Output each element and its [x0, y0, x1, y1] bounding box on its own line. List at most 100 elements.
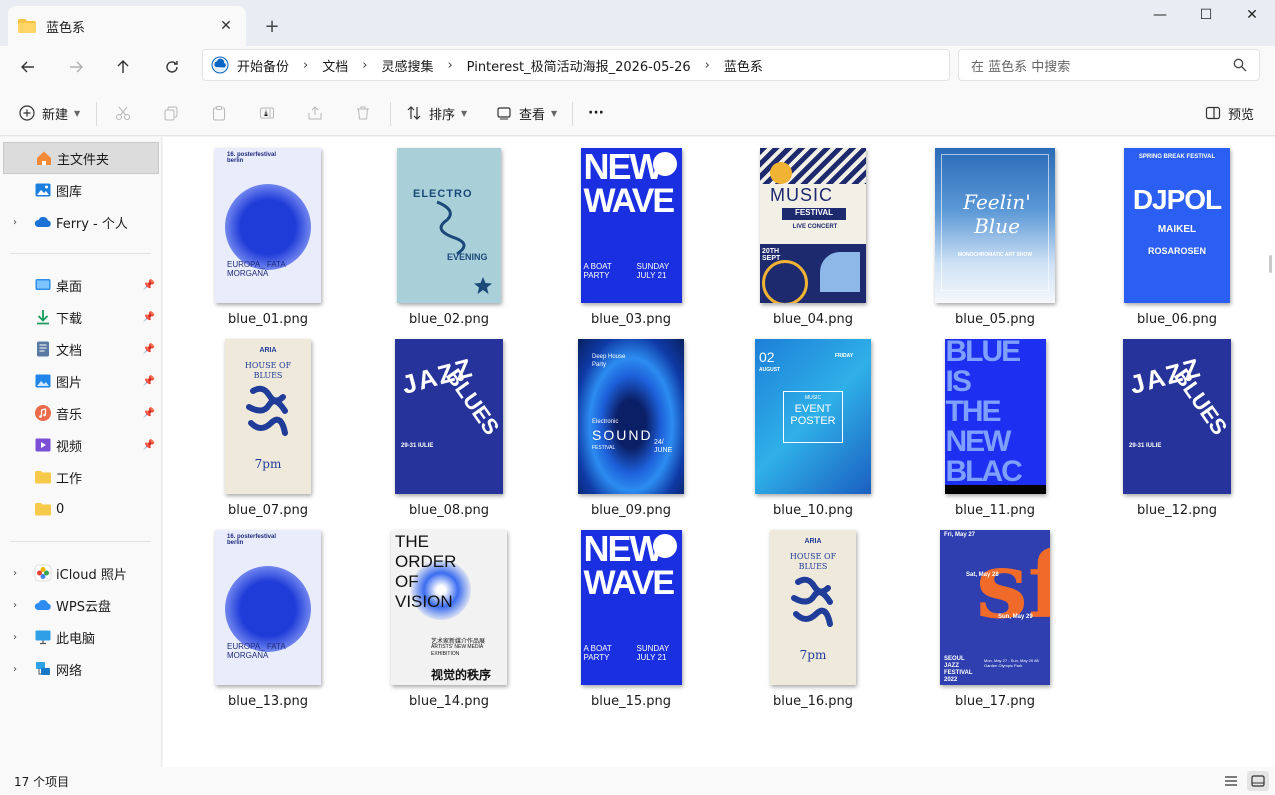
file-item[interactable]: 16. posterfestival berlin EUROPA_ FATA M…	[188, 519, 348, 709]
file-item[interactable]: NEW WAVE A BOAT PARTY SUNDAY JULY 21 blu…	[551, 519, 711, 709]
preview-pane-button[interactable]: 预览	[1204, 99, 1254, 127]
scrollbar-thumb[interactable]	[1269, 255, 1272, 273]
pin-icon[interactable]: 📌	[143, 408, 155, 419]
poster-text: IS	[945, 364, 972, 398]
address-bar[interactable]: 开始备份 › 文档 › 灵感搜集 › Pinterest_极简活动海报_2026…	[202, 49, 950, 81]
details-view-button[interactable]	[1220, 771, 1242, 791]
file-item[interactable]: sf Fri, May 27 Sat, May 28 Sun, May 29 S…	[915, 519, 1075, 709]
chevron-right-icon: ›	[303, 57, 309, 73]
pin-icon[interactable]: 📌	[143, 312, 155, 323]
file-item[interactable]: NEW WAVE A BOAT PARTY SUNDAY JULY 21 blu…	[551, 137, 711, 327]
divider	[96, 102, 97, 126]
poster-thumbnail: sf Fri, May 27 Sat, May 28 Sun, May 29 S…	[940, 529, 1050, 685]
search-input[interactable]: 在 蓝色系 中搜索	[958, 49, 1260, 81]
more-options-button[interactable]: ···	[588, 99, 604, 127]
large-icons-view-button[interactable]	[1247, 771, 1269, 791]
sidebar-item-pictures[interactable]: 图片 📌	[3, 365, 159, 397]
share-icon	[306, 104, 324, 122]
sidebar-item-work[interactable]: 工作	[3, 461, 159, 493]
sidebar-item-folder-0[interactable]: 0	[3, 493, 159, 525]
up-button[interactable]	[106, 50, 140, 84]
poster-text: ARTISTS' NEW MEDIA EXHIBITION	[431, 643, 483, 657]
chevron-right-icon[interactable]: ›	[13, 568, 17, 579]
sidebar-item-icloud-photos[interactable]: › iCloud 照片	[3, 557, 159, 589]
chevron-right-icon[interactable]: ›	[13, 632, 17, 643]
pin-icon[interactable]: 📌	[143, 440, 155, 451]
view-button[interactable]: 查看 ▼	[495, 99, 557, 127]
poster-text: MUSIC	[804, 394, 822, 401]
sidebar-label-downloads: 下载	[56, 311, 83, 327]
tab-active[interactable]: 蓝色系 ✕	[8, 6, 246, 46]
sidebar-item-downloads[interactable]: 下载 📌	[3, 301, 159, 333]
star-graphic	[474, 276, 492, 294]
file-item[interactable]: SPRING BREAK FESTIVAL DJPOL MAIKEL ROSAR…	[1097, 137, 1257, 327]
sidebar-item-documents[interactable]: 文档 📌	[3, 333, 159, 365]
new-button[interactable]: 新建 ▼	[18, 99, 80, 127]
tab-close-icon[interactable]: ✕	[216, 16, 236, 36]
cut-button[interactable]	[114, 99, 138, 127]
poster-text: FESTIVAL	[592, 444, 616, 451]
sidebar-item-gallery[interactable]: 图库	[3, 174, 159, 206]
file-item[interactable]: THE ORDER OF VISION 艺术家新媒介作品展 ARTISTS' N…	[369, 519, 529, 709]
sidebar-item-wps-cloud[interactable]: › WPS云盘	[3, 589, 159, 621]
minimize-button[interactable]: —	[1137, 0, 1183, 30]
folder-icon	[35, 471, 51, 484]
chevron-right-icon[interactable]: ›	[13, 664, 17, 675]
poster-text: WAVE	[583, 181, 676, 220]
poster-thumbnail: NEW WAVE A BOAT PARTY SUNDAY JULY 21	[580, 529, 682, 685]
sidebar-item-home[interactable]: 主文件夹	[3, 142, 159, 174]
poster-text: THE	[945, 394, 1002, 428]
file-item[interactable]: BLUE IS THE NEW BLAC blue_11.png	[915, 328, 1075, 518]
sidebar-label-home: 主文件夹	[57, 152, 110, 168]
breadcrumb-item-backup[interactable]: 开始备份	[237, 56, 289, 75]
sidebar-item-onedrive-personal[interactable]: › Ferry - 个人	[3, 206, 159, 238]
poster-text: 29-31 IULIE	[1129, 442, 1162, 449]
file-item[interactable]: 16. posterfestival berlin EUROPA_ FATA M…	[188, 137, 348, 327]
chevron-right-icon: ›	[362, 57, 368, 73]
breadcrumb-item-documents[interactable]: 文档	[322, 56, 348, 75]
file-item[interactable]: ARIA HOUSE OF BLUES 7pm blue_07.png	[188, 328, 348, 518]
sidebar-item-videos[interactable]: 视频 📌	[3, 429, 159, 461]
thumbnail: ARIA HOUSE OF BLUES 7pm	[188, 336, 348, 496]
refresh-button[interactable]	[155, 50, 189, 84]
chevron-right-icon[interactable]: ›	[13, 600, 17, 611]
sidebar-label-personal: Ferry - 个人	[56, 216, 128, 232]
sort-button[interactable]: 排序 ▼	[405, 99, 467, 127]
pin-icon[interactable]: 📌	[143, 280, 155, 291]
file-item[interactable]: JAZZ BLUES 29-31 IULIE blue_12.png	[1097, 328, 1257, 518]
file-item[interactable]: 02 AUGUST FRIDAY MUSIC EVENT POSTER blue…	[733, 328, 893, 518]
sidebar-item-desktop[interactable]: 桌面 📌	[3, 269, 159, 301]
sidebar-item-this-pc[interactable]: › 此电脑	[3, 621, 159, 653]
chevron-right-icon[interactable]: ›	[13, 217, 17, 228]
file-item[interactable]: JAZZ BLUES 29-31 IULIE blue_08.png	[369, 328, 529, 518]
sidebar-label-videos: 视频	[56, 439, 83, 455]
poster-thumbnail: BLUE IS THE NEW BLAC	[944, 338, 1046, 494]
breadcrumb-item-inspiration[interactable]: 灵感搜集	[381, 56, 433, 75]
file-name: blue_09.png	[590, 503, 672, 518]
sidebar-item-network[interactable]: › 网络	[3, 653, 159, 685]
file-item[interactable]: Deep House Party Electronic SOUND FESTIV…	[551, 328, 711, 518]
share-button[interactable]	[306, 99, 330, 127]
forward-button[interactable]	[59, 50, 93, 84]
paste-button[interactable]	[210, 99, 234, 127]
pin-icon[interactable]: 📌	[143, 344, 155, 355]
file-item[interactable]: ELECTRO EVENING blue_02.png	[369, 137, 529, 327]
maximize-button[interactable]: ☐	[1183, 0, 1229, 30]
sidebar-item-music[interactable]: 音乐 📌	[3, 397, 159, 429]
file-item[interactable]: MUSIC FESTIVAL LIVE CONCERT 20TH SEPT bl…	[733, 137, 893, 327]
file-item[interactable]: Feelin' Blue MONOCHROMATIC ART SHOW blue…	[915, 137, 1075, 327]
file-item[interactable]: ARIA HOUSE OF BLUES 7pm blue_16.png	[733, 519, 893, 709]
new-tab-button[interactable]: +	[258, 12, 286, 40]
poster-thumbnail: Deep House Party Electronic SOUND FESTIV…	[578, 338, 684, 494]
breadcrumb-item-pinterest[interactable]: Pinterest_极简活动海报_2026-05-26	[467, 56, 691, 75]
delete-button[interactable]	[354, 99, 378, 127]
poster-text: EUROPA_ FATA MORGANA	[227, 259, 286, 278]
close-window-button[interactable]: ✕	[1229, 0, 1275, 30]
breadcrumb-item-blue[interactable]: 蓝色系	[724, 56, 763, 75]
chevron-down-icon: ▼	[461, 108, 468, 118]
back-button[interactable]	[11, 50, 45, 84]
rename-button[interactable]	[258, 99, 282, 127]
pin-icon[interactable]: 📌	[143, 376, 155, 387]
copy-button[interactable]	[162, 99, 186, 127]
file-name: blue_10.png	[772, 503, 854, 518]
